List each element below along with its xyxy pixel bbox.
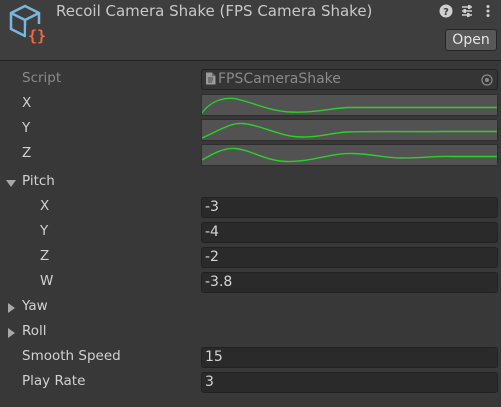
pitch-w-label: W (40, 273, 54, 289)
pitch-w-row: W -3.8 (0, 271, 501, 296)
svg-text:{}: {} (28, 27, 46, 45)
pitch-z-label: Z (40, 248, 50, 264)
collapsed-arrow-icon[interactable] (6, 303, 16, 313)
script-value: FPSCameraShake (218, 71, 341, 87)
curve-z-field[interactable] (201, 144, 498, 166)
curve-y-line (202, 122, 497, 139)
svg-text:?: ? (443, 7, 449, 18)
pitch-foldout[interactable]: Pitch (0, 171, 501, 196)
pitch-w-input[interactable]: -3.8 (201, 272, 498, 293)
smooth-speed-row: Smooth Speed 15 (0, 346, 501, 371)
roll-foldout[interactable]: Roll (0, 321, 501, 346)
pitch-x-label: X (40, 198, 50, 214)
curve-x-label: X (22, 95, 32, 111)
curve-z-line (202, 147, 497, 163)
pitch-y-row: Y -4 (0, 221, 501, 246)
pitch-label: Pitch (22, 173, 55, 189)
object-picker-icon (481, 74, 493, 86)
curve-y-row: Y (0, 118, 501, 143)
pitch-x-input[interactable]: -3 (201, 197, 498, 218)
curve-x-line (202, 97, 497, 114)
smooth-speed-input[interactable]: 15 (201, 347, 498, 368)
roll-label: Roll (22, 323, 47, 339)
play-rate-row: Play Rate 3 (0, 371, 501, 396)
curve-z-label: Z (22, 145, 32, 161)
expanded-arrow-icon[interactable] (6, 178, 16, 188)
curve-y-label: Y (22, 120, 31, 136)
play-rate-input[interactable]: 3 (201, 372, 498, 393)
yaw-label: Yaw (22, 298, 48, 314)
play-rate-label[interactable]: Play Rate (22, 373, 85, 389)
inspector-header: {} Recoil Camera Shake (FPS Camera Shake… (0, 0, 501, 61)
curve-y-field[interactable] (201, 119, 498, 141)
smooth-speed-label[interactable]: Smooth Speed (22, 348, 121, 364)
curve-x-field[interactable] (201, 94, 498, 116)
open-button[interactable]: Open (445, 29, 497, 51)
presets-icon[interactable] (460, 4, 474, 18)
curve-z-row: Z (0, 143, 501, 168)
script-row: Script FPSCameraShake (0, 68, 501, 93)
curve-x-row: X (0, 93, 501, 118)
help-icon[interactable]: ? (439, 4, 453, 18)
pitch-y-input[interactable]: -4 (201, 222, 498, 243)
script-label: Script (22, 70, 62, 86)
pitch-x-row: X -3 (0, 196, 501, 221)
pitch-z-row: Z -2 (0, 246, 501, 271)
collapsed-arrow-icon[interactable] (6, 328, 16, 338)
pitch-z-input[interactable]: -2 (201, 247, 498, 268)
more-icon[interactable] (481, 4, 495, 18)
pitch-y-label: Y (40, 223, 49, 239)
script-object-field: FPSCameraShake (201, 69, 498, 90)
script-asset-icon: {} (9, 4, 48, 46)
component-title: Recoil Camera Shake (FPS Camera Shake) (56, 2, 373, 20)
yaw-foldout[interactable]: Yaw (0, 296, 501, 321)
script-file-icon (206, 72, 216, 85)
